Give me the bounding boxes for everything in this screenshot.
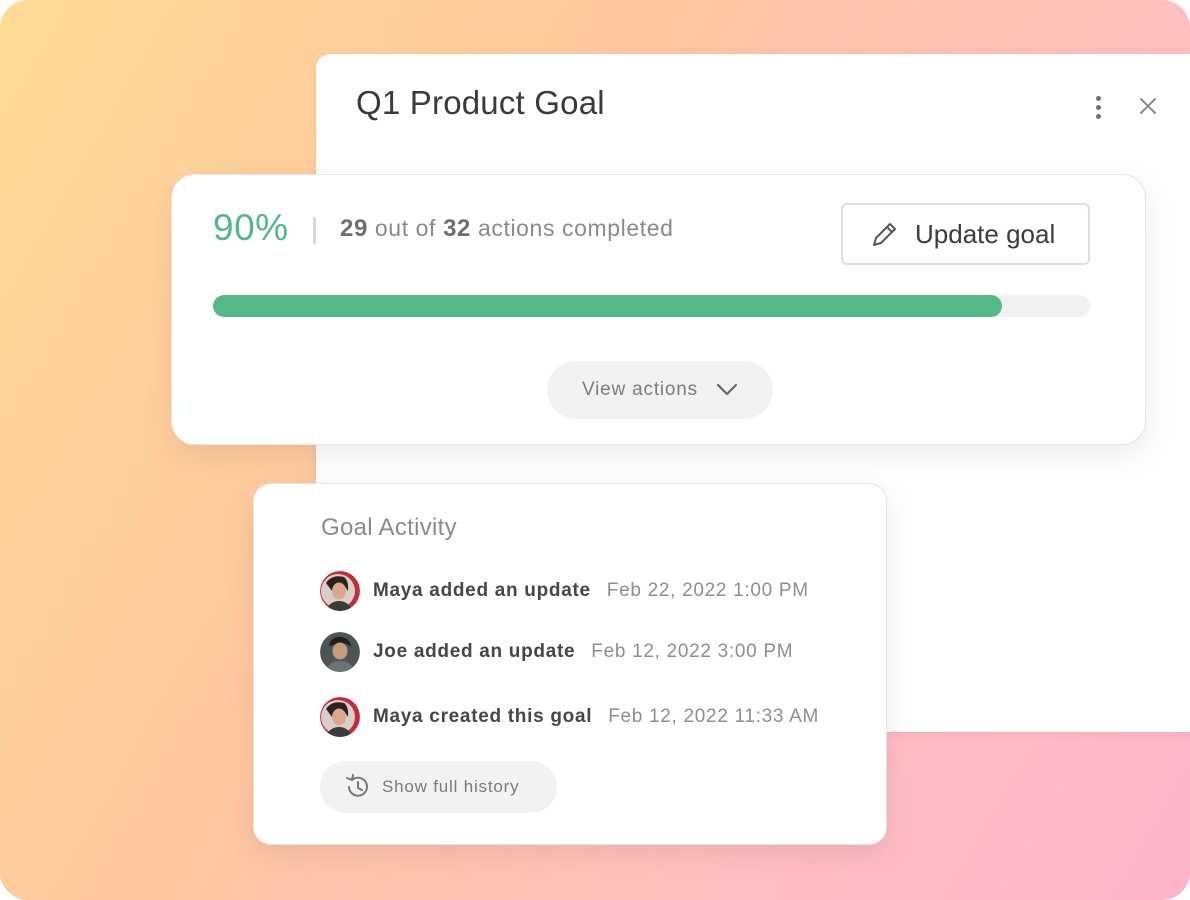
progress-percent: 90%: [213, 207, 289, 248]
activity-item: Joe added an update Feb 12, 2022 3:00 PM: [320, 632, 793, 672]
chevron-down-icon: [716, 383, 738, 396]
more-vertical-icon: [1095, 95, 1101, 101]
activity-text: Maya created this goal: [373, 706, 593, 727]
completed-count: 29: [340, 215, 368, 242]
history-icon: [346, 774, 368, 797]
activity-time: Feb 12, 2022 3:00 PM: [591, 641, 794, 662]
close-icon: [1140, 98, 1156, 114]
view-actions-label: View actions: [582, 379, 698, 400]
show-full-history-button[interactable]: Show full history: [320, 761, 557, 813]
show-full-history-label: Show full history: [382, 777, 520, 796]
progress-bar: [213, 295, 1090, 317]
divider: [313, 217, 316, 244]
progress-summary: 29 out of 32 actions completed: [340, 215, 674, 243]
update-goal-button[interactable]: Update goal: [841, 203, 1090, 265]
activity-time: Feb 22, 2022 1:00 PM: [606, 580, 809, 601]
activity-time: Feb 12, 2022 11:33 AM: [608, 706, 820, 727]
goal-title: Q1 Product Goal: [356, 84, 605, 121]
summary-middle-text: out of: [374, 215, 437, 241]
activity-item: Maya created this goal Feb 12, 2022 11:3…: [320, 697, 819, 737]
close-button[interactable]: [1136, 94, 1160, 118]
pencil-icon: [873, 223, 896, 246]
activity-title: Goal Activity: [321, 514, 457, 541]
activity-card: Goal Activity Maya added an update Feb 2…: [253, 483, 887, 845]
activity-text: Joe added an update: [373, 641, 576, 662]
activity-item: Maya added an update Feb 22, 2022 1:00 P…: [320, 571, 809, 611]
update-goal-label: Update goal: [915, 218, 1056, 249]
activity-text: Maya added an update: [373, 580, 591, 601]
avatar: [320, 571, 360, 611]
progress-bar-fill: [213, 295, 1003, 317]
background: Q1 Product Goal 90% 29 out of 32 actions…: [0, 0, 1190, 900]
summary-suffix-text: actions completed: [477, 215, 674, 241]
progress-card: 90% 29 out of 32 actions completed Updat…: [171, 174, 1146, 445]
avatar: [320, 697, 360, 737]
avatar: [320, 632, 360, 672]
total-count: 32: [443, 215, 471, 242]
more-options-button[interactable]: [1086, 92, 1110, 122]
view-actions-button[interactable]: View actions: [547, 361, 773, 419]
